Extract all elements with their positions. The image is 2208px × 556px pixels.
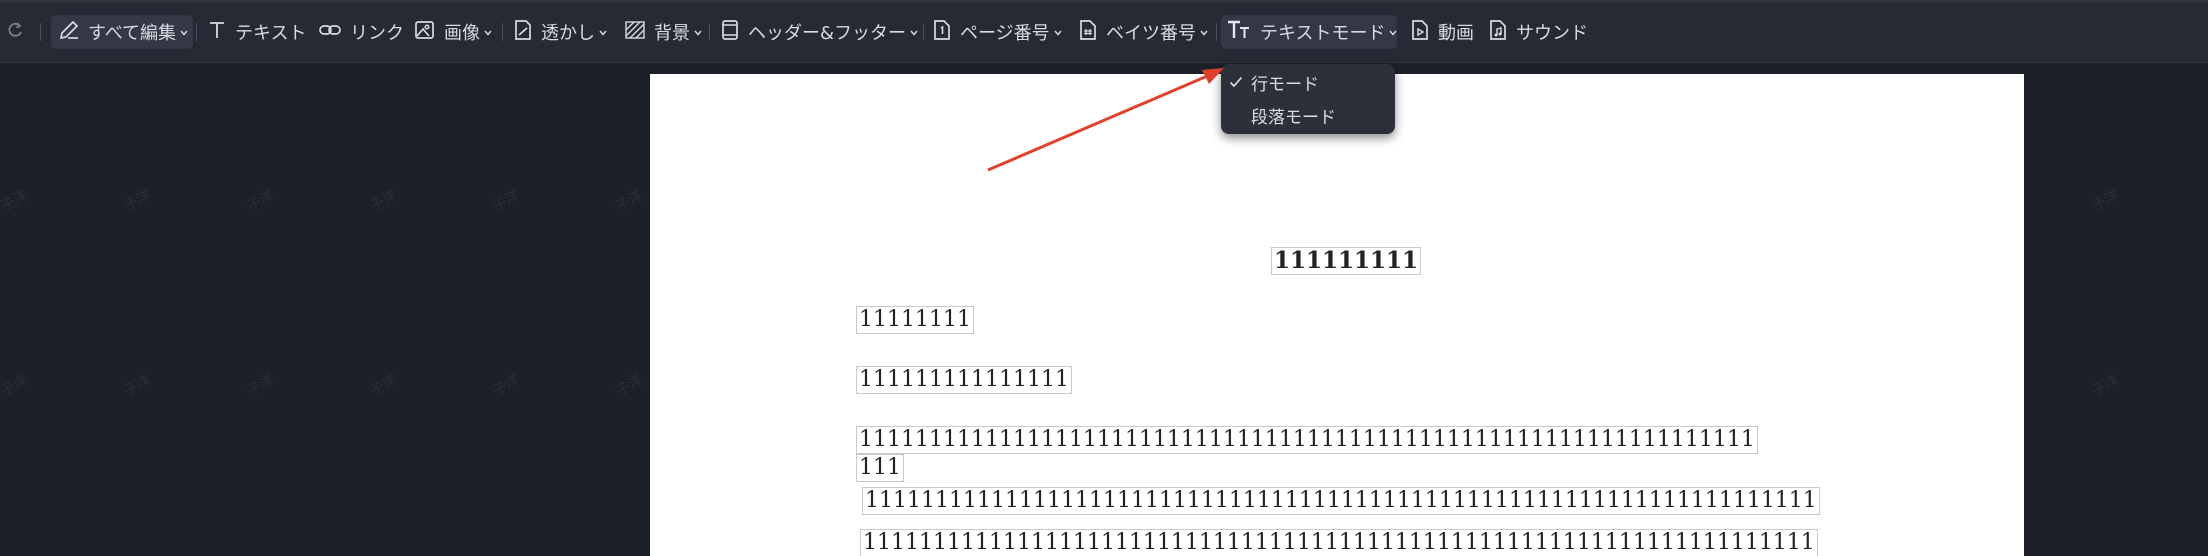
sound-tool-button[interactable]: サウンド: [1488, 18, 1588, 46]
menu-item-label: 段落モード: [1251, 107, 1336, 128]
watermark-mark: 子洋: [490, 371, 523, 400]
page-number-tool-button[interactable]: ページ番号: [932, 18, 1063, 46]
watermark-icon: [513, 19, 533, 46]
chevron-down-icon: [1053, 22, 1063, 43]
toolbar-top-strip: [0, 0, 2208, 3]
text-mode-dropdown[interactable]: テキストモード: [1226, 18, 1398, 46]
text-tool-label: テキスト: [235, 23, 307, 44]
chevron-down-icon: [598, 22, 608, 43]
background-hatch-icon: [624, 19, 646, 46]
menu-item-paragraph-mode[interactable]: 段落モード: [1221, 99, 1395, 131]
edit-toolbar: すべて編集 テキスト リンク 画像 透かし 背景 ヘッダー&フッター ページ番号…: [0, 0, 2208, 63]
text-line[interactable]: 111: [856, 454, 904, 482]
text-line[interactable]: 1111111111111111111111111111111111111111…: [860, 529, 1818, 556]
toolbar-separator: [923, 23, 924, 41]
text-line[interactable]: 111111111111111: [856, 366, 1072, 394]
text-line[interactable]: 1111111111111111111111111111111111111111…: [862, 487, 1820, 515]
editor-window: 子洋子洋子洋子洋子洋子洋子洋子洋子洋子洋子洋子洋子洋子洋子洋子洋子洋子洋子洋子洋…: [0, 0, 2208, 556]
watermark-tool-label: 透かし: [541, 23, 595, 44]
video-file-icon: [1410, 19, 1430, 46]
chevron-down-icon: [1199, 22, 1209, 43]
link-tool-label: リンク: [350, 23, 404, 44]
background-tool-label: 背景: [654, 23, 690, 44]
watermark-mark: 子洋: [244, 186, 277, 215]
text-mode-menu: 行モード 段落モード: [1221, 64, 1395, 134]
watermark-mark: 子洋: [2089, 186, 2122, 215]
watermark-mark: 子洋: [613, 186, 646, 215]
sound-tool-label: サウンド: [1516, 23, 1588, 44]
text-t-icon: [207, 19, 227, 46]
sound-file-icon: [1488, 19, 1508, 46]
image-tool-label: 画像: [444, 23, 480, 44]
image-icon: [414, 19, 436, 46]
check-icon: [1221, 76, 1251, 88]
toolbar-separator: [1216, 23, 1217, 41]
edit-all-label: すべて編集: [88, 23, 177, 44]
redo-icon: [6, 20, 26, 45]
image-tool-button[interactable]: 画像: [414, 18, 493, 46]
watermark-mark: 子洋: [0, 371, 31, 400]
watermark-mark: 子洋: [121, 371, 154, 400]
toolbar-separator: [196, 23, 197, 41]
header-footer-icon: [720, 19, 740, 46]
bates-number-tool-button[interactable]: ベイツ番号: [1078, 18, 1209, 46]
chevron-down-icon: [909, 22, 919, 43]
pen-edit-icon: [58, 19, 80, 46]
video-tool-button[interactable]: 動画: [1410, 18, 1474, 46]
chevron-down-icon: [693, 22, 703, 43]
text-line[interactable]: 111111111: [1270, 247, 1422, 275]
chevron-down-icon: [179, 22, 189, 43]
watermark-mark: 子洋: [121, 186, 154, 215]
watermark-mark: 子洋: [2089, 371, 2122, 400]
video-tool-label: 動画: [1438, 23, 1474, 44]
watermark-mark: 子洋: [367, 186, 400, 215]
link-icon: [318, 20, 342, 45]
header-footer-tool-label: ヘッダー&フッター: [748, 23, 907, 44]
chevron-down-icon: [1388, 22, 1398, 43]
menu-item-label: 行モード: [1251, 74, 1319, 95]
toolbar-separator: [709, 23, 710, 41]
text-size-icon: [1226, 18, 1252, 47]
link-tool-button[interactable]: リンク: [318, 18, 404, 46]
background-tool-button[interactable]: 背景: [624, 18, 703, 46]
text-mode-label: テキストモード: [1260, 23, 1386, 44]
text-tool-button[interactable]: テキスト: [207, 18, 306, 46]
menu-item-line-mode[interactable]: 行モード: [1221, 66, 1395, 98]
header-footer-tool-button[interactable]: ヘッダー&フッター: [720, 18, 919, 46]
edit-all-button[interactable]: すべて編集: [58, 18, 189, 46]
bates-number-icon: [1078, 19, 1098, 46]
chevron-down-icon: [483, 22, 493, 43]
redo-button[interactable]: [6, 18, 26, 46]
watermark-mark: 子洋: [490, 186, 523, 215]
watermark-mark: 子洋: [0, 186, 31, 215]
document-page[interactable]: 111111111 11111111 111111111111111 11111…: [650, 74, 2024, 556]
bates-number-tool-label: ベイツ番号: [1106, 23, 1196, 44]
text-line[interactable]: 11111111: [856, 306, 974, 334]
page-number-tool-label: ページ番号: [960, 23, 1050, 44]
watermark-mark: 子洋: [367, 371, 400, 400]
watermark-mark: 子洋: [244, 371, 277, 400]
toolbar-separator: [40, 23, 41, 41]
toolbar-separator: [502, 23, 503, 41]
text-line[interactable]: 1111111111111111111111111111111111111111…: [856, 426, 1758, 454]
page-number-icon: [932, 19, 952, 46]
watermark-mark: 子洋: [613, 371, 646, 400]
watermark-tool-button[interactable]: 透かし: [513, 18, 608, 46]
